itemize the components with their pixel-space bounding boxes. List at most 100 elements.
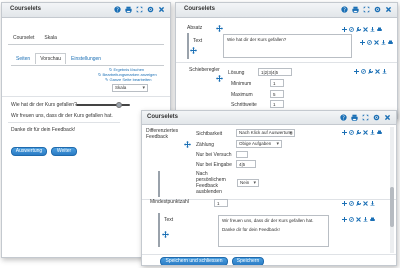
title-bar: Courselets ? (176, 3, 397, 18)
svg-text:?: ? (116, 7, 119, 13)
expand-icon[interactable] (136, 6, 143, 13)
sichtbarkeit-select[interactable]: Nach Klick auf Auswertung (236, 129, 295, 137)
download-icon[interactable] (381, 40, 386, 45)
close-icon[interactable] (356, 217, 361, 222)
edit-icon[interactable] (349, 130, 354, 135)
edit-icon[interactable] (349, 27, 354, 32)
scrollbar[interactable] (390, 127, 394, 253)
add-icon[interactable] (342, 201, 347, 206)
minimum-input[interactable]: 1 (270, 79, 284, 87)
eingabe-label: Nur bei Eingabe (196, 162, 232, 168)
nesting-bar (158, 171, 160, 197)
divider (176, 62, 397, 63)
mindest-input[interactable]: 1 (214, 199, 228, 207)
download-icon[interactable] (370, 201, 375, 206)
page-select[interactable]: Skala (112, 84, 148, 92)
top-tabs: Courselet Skala (8, 32, 62, 43)
maximum-input[interactable]: 5 (270, 90, 284, 98)
loesung-input[interactable]: 1|2|3|4|5 (258, 68, 292, 76)
close-icon[interactable] (375, 69, 380, 74)
close-icon[interactable] (363, 27, 368, 32)
download-icon[interactable] (370, 27, 375, 32)
save-close-button[interactable]: Speichern und schliessen (160, 257, 228, 265)
feedback-text-editor[interactable]: Wir freuen uns, dass dir der Kurs gefall… (218, 215, 329, 247)
wrench-icon[interactable] (356, 201, 361, 206)
close-icon[interactable] (384, 114, 391, 121)
edit-icon[interactable] (361, 69, 366, 74)
footer-divider (142, 254, 396, 255)
move-icon[interactable] (162, 231, 169, 238)
add-icon[interactable] (360, 40, 365, 45)
move-icon[interactable] (216, 25, 223, 32)
print-icon[interactable] (370, 217, 375, 222)
settings-icon[interactable] (374, 6, 381, 13)
slider-label: Schieberegler (189, 67, 220, 73)
close-icon[interactable] (158, 6, 165, 13)
eingabe-input[interactable]: 4|5 (236, 160, 256, 168)
edit-icon[interactable] (349, 217, 354, 222)
print-icon[interactable] (377, 130, 382, 135)
close-icon[interactable] (363, 130, 368, 135)
print-icon[interactable] (377, 27, 382, 32)
expand-icon[interactable] (363, 6, 370, 13)
help-icon[interactable]: ? (341, 6, 348, 13)
zaehlung-label: Zählung (196, 142, 215, 148)
move-icon[interactable] (190, 47, 197, 54)
nesting-bar (158, 213, 160, 247)
help-icon[interactable]: ? (340, 114, 347, 121)
save-button[interactable]: Speichern (232, 257, 264, 265)
tab-vorschau[interactable]: Vorschau (35, 53, 67, 64)
text-editor[interactable]: Wie hat dir der Kurs gefallen? (223, 34, 352, 58)
add-icon[interactable] (342, 27, 347, 32)
help-icon[interactable]: ? (114, 6, 121, 13)
add-icon[interactable] (342, 130, 347, 135)
expand-icon[interactable] (362, 114, 369, 121)
feedback-line-1: Wir freuen uns, dass dir der Kurs gefall… (11, 113, 113, 119)
scrollbar-thumb[interactable] (390, 187, 394, 227)
versuch-label: Nur bei Versuch (196, 152, 232, 158)
print-icon[interactable] (351, 114, 358, 121)
row-actions (342, 201, 375, 206)
title-bar: Courselets ? (142, 111, 396, 125)
link-ganze-seite[interactable]: ✎ Ganze Seite bearbeiten (105, 77, 152, 82)
download-icon[interactable] (382, 69, 387, 74)
editor-line-2: Danke dir für dein Feedback! (222, 227, 280, 232)
tab-courselet[interactable]: Courselet (8, 32, 39, 43)
download-icon[interactable] (363, 217, 368, 222)
wrench-icon[interactable] (356, 27, 361, 32)
move-icon[interactable] (184, 141, 191, 148)
slider-knob[interactable] (116, 102, 122, 108)
close-icon[interactable] (374, 40, 379, 45)
print-icon[interactable] (388, 40, 393, 45)
sub-tab-divider (11, 65, 164, 66)
ausblenden-select[interactable]: Nein (237, 179, 259, 187)
absatz-label: Absatz (187, 25, 203, 31)
divider (2, 96, 170, 97)
edit-icon[interactable] (349, 201, 354, 206)
wrench-icon[interactable] (368, 69, 373, 74)
tab-skala[interactable]: Skala (39, 32, 62, 43)
settings-icon[interactable] (373, 114, 380, 121)
add-icon[interactable] (354, 69, 359, 74)
tab-seiten[interactable]: Seiten (11, 53, 35, 64)
schrittweite-input[interactable]: 1 (270, 100, 284, 108)
text-label: Text (164, 217, 174, 223)
row-actions (342, 27, 382, 32)
move-icon[interactable] (216, 75, 223, 82)
tab-einstellungen[interactable]: Einstellungen (66, 53, 106, 64)
print-icon[interactable] (125, 6, 132, 13)
add-icon[interactable] (342, 217, 347, 222)
versuch-input[interactable] (236, 151, 248, 158)
download-icon[interactable] (370, 130, 375, 135)
weiter-button[interactable]: Weiter (51, 147, 77, 156)
close-icon[interactable] (385, 6, 392, 13)
close-icon[interactable] (363, 201, 368, 206)
ausblenden-label: Nach persönlichem Feedback ausblenden (196, 171, 226, 195)
auswertung-button[interactable]: Auswertung (11, 147, 47, 156)
settings-icon[interactable] (147, 6, 154, 13)
edit-icon[interactable] (367, 40, 372, 45)
print-icon[interactable] (352, 6, 359, 13)
wrench-icon[interactable] (356, 130, 361, 135)
loesung-label: Lösung (228, 70, 245, 76)
zaehlung-select[interactable]: Obige Aufgaben (236, 140, 282, 148)
